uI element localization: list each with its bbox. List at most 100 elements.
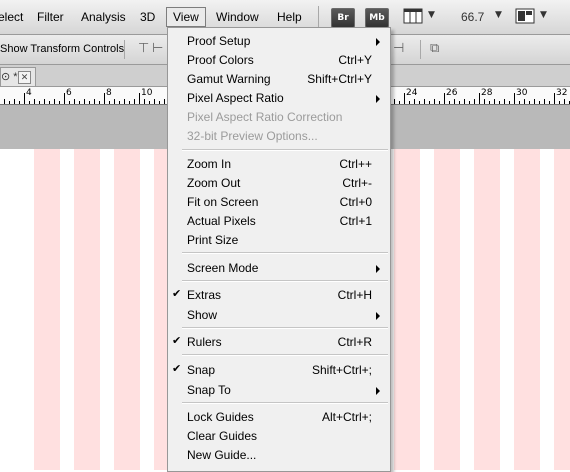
menu-item-shortcut: Ctrl+0 <box>339 195 372 209</box>
menu-separator <box>182 354 388 356</box>
menu-item-label: Proof Colors <box>187 53 254 67</box>
zoom-level[interactable]: 66.7 <box>461 10 484 24</box>
menu-item-gamut-warning[interactable]: Gamut Warning Shift+Ctrl+Y <box>168 69 390 88</box>
menu-item-fit-on-screen[interactable]: Fit on Screen Ctrl+0 <box>168 192 390 211</box>
menu-analysis[interactable]: Analysis <box>81 10 126 24</box>
menu-separator <box>182 252 388 254</box>
menu-item-32bit-preview-options: 32-bit Preview Options... <box>168 126 390 145</box>
column-guide-stripe <box>514 149 540 470</box>
align-top-icon[interactable]: ⊤ <box>138 41 149 56</box>
menu-filter[interactable]: Filter <box>37 10 64 24</box>
show-transform-controls-label[interactable]: Show Transform Controls <box>0 43 124 55</box>
menu-item-shortcut: Shift+Ctrl+Y <box>307 72 372 86</box>
menu-item-rulers[interactable]: ✔ Rulers Ctrl+R <box>168 332 390 351</box>
menu-item-extras[interactable]: ✔ Extras Ctrl+H <box>168 285 390 304</box>
view-menu-dropdown: Proof Setup Proof Colors Ctrl+Y Gamut Wa… <box>167 27 391 472</box>
auto-align-icon[interactable]: ⧉ <box>430 41 439 56</box>
menu-item-show[interactable]: Show <box>168 305 390 324</box>
menu-separator <box>182 149 388 151</box>
ruler-label: 26 <box>446 88 458 98</box>
menu-item-label: Proof Setup <box>187 34 251 48</box>
menu-item-proof-colors[interactable]: Proof Colors Ctrl+Y <box>168 50 390 69</box>
menu-help[interactable]: Help <box>277 10 302 24</box>
chevron-down-icon[interactable]: ▼ <box>428 10 435 20</box>
mini-bridge-button[interactable]: Mb <box>365 8 389 28</box>
menu-item-shortcut: Ctrl+- <box>342 176 372 190</box>
menu-3d[interactable]: 3D <box>140 10 155 24</box>
menu-item-zoom-out[interactable]: Zoom Out Ctrl+- <box>168 173 390 192</box>
menu-item-label: Pixel Aspect Ratio Correction <box>187 110 343 124</box>
menu-item-shortcut: Ctrl+1 <box>339 214 372 228</box>
column-guide-stripe <box>474 149 500 470</box>
submenu-arrow-icon <box>376 387 380 395</box>
document-tab-label: ⊙ * <box>1 71 18 83</box>
menu-item-shortcut: Ctrl++ <box>339 157 372 171</box>
submenu-arrow-icon <box>376 95 380 103</box>
menu-item-label: Fit on Screen <box>187 195 259 209</box>
checkmark-icon: ✔ <box>172 334 182 347</box>
menu-item-label: Gamut Warning <box>187 72 271 86</box>
menu-item-pixel-aspect-ratio[interactable]: Pixel Aspect Ratio <box>168 88 390 107</box>
ruler-label: 24 <box>406 88 418 98</box>
menu-item-proof-setup[interactable]: Proof Setup <box>168 31 390 50</box>
column-guide-stripe <box>554 149 570 470</box>
toolbar-divider <box>318 6 319 28</box>
menu-item-lock-guides[interactable]: Lock Guides Alt+Ctrl+; <box>168 407 390 426</box>
ruler-label: 4 <box>26 88 32 98</box>
menu-item-label: Print Size <box>187 233 239 247</box>
menu-separator <box>182 327 388 329</box>
arrange-dropdown-icon[interactable]: ▼ <box>540 10 547 20</box>
menu-item-label: Extras <box>187 288 222 302</box>
menu-select[interactable]: elect <box>0 10 23 24</box>
menu-item-actual-pixels[interactable]: Actual Pixels Ctrl+1 <box>168 211 390 230</box>
close-icon[interactable]: ✕ <box>18 71 31 84</box>
menu-item-new-guide[interactable]: New Guide... <box>168 445 390 464</box>
menu-window[interactable]: Window <box>216 10 259 24</box>
menu-item-label: Lock Guides <box>187 410 254 424</box>
menu-item-label: 32-bit Preview Options... <box>187 129 318 143</box>
distribute-icon[interactable]: ⊣ <box>393 41 404 56</box>
ruler-label: 28 <box>481 88 493 98</box>
menu-item-label: Screen Mode <box>187 261 259 275</box>
menu-item-label: Snap To <box>187 383 231 397</box>
menu-separator <box>182 280 388 282</box>
column-guide-stripe <box>114 149 140 470</box>
submenu-arrow-icon <box>376 265 380 273</box>
column-guide-stripe <box>434 149 460 470</box>
menu-item-snap[interactable]: ✔ Snap Shift+Ctrl+; <box>168 360 390 379</box>
menu-item-label: Clear Guides <box>187 429 258 443</box>
arrange-documents-icon[interactable] <box>515 8 535 28</box>
menu-item-shortcut: Ctrl+H <box>337 288 372 302</box>
menu-item-print-size[interactable]: Print Size <box>168 230 390 249</box>
options-divider-2 <box>420 40 421 59</box>
document-tab[interactable]: ⊙ * ✕ <box>0 67 36 86</box>
menu-item-clear-guides[interactable]: Clear Guides <box>168 426 390 445</box>
menu-item-pixel-aspect-ratio-correction: Pixel Aspect Ratio Correction <box>168 107 390 126</box>
menu-view[interactable]: View <box>166 7 206 27</box>
ruler-label: 8 <box>106 88 112 98</box>
checkmark-icon: ✔ <box>172 362 182 375</box>
ruler-label: 10 <box>141 88 153 98</box>
submenu-arrow-icon <box>376 38 380 46</box>
menu-item-snap-to[interactable]: Snap To <box>168 380 390 399</box>
menu-item-label: Rulers <box>187 335 222 349</box>
menu-item-label: Zoom Out <box>187 176 241 190</box>
menu-item-shortcut: Shift+Ctrl+; <box>311 363 372 377</box>
bridge-button[interactable]: Br <box>331 8 355 28</box>
menu-item-label: Pixel Aspect Ratio <box>187 91 284 105</box>
options-divider <box>124 40 125 59</box>
menu-item-zoom-in[interactable]: Zoom In Ctrl++ <box>168 154 390 173</box>
column-guide-stripe <box>74 149 100 470</box>
align-middle-icon[interactable]: ⊢ <box>152 41 163 56</box>
menu-item-label: Actual Pixels <box>187 214 256 228</box>
menu-item-label: Snap <box>187 363 216 377</box>
submenu-arrow-icon <box>376 312 380 320</box>
checkmark-icon: ✔ <box>172 287 182 300</box>
menu-item-screen-mode[interactable]: Screen Mode <box>168 258 390 277</box>
ruler-label: 32 <box>556 88 568 98</box>
menu-item-shortcut: Ctrl+Y <box>338 53 372 67</box>
ruler-label: 6 <box>66 88 72 98</box>
grid-icon[interactable] <box>403 8 423 28</box>
zoom-dropdown-icon[interactable]: ▼ <box>495 10 502 20</box>
menu-item-shortcut: Ctrl+R <box>337 335 372 349</box>
